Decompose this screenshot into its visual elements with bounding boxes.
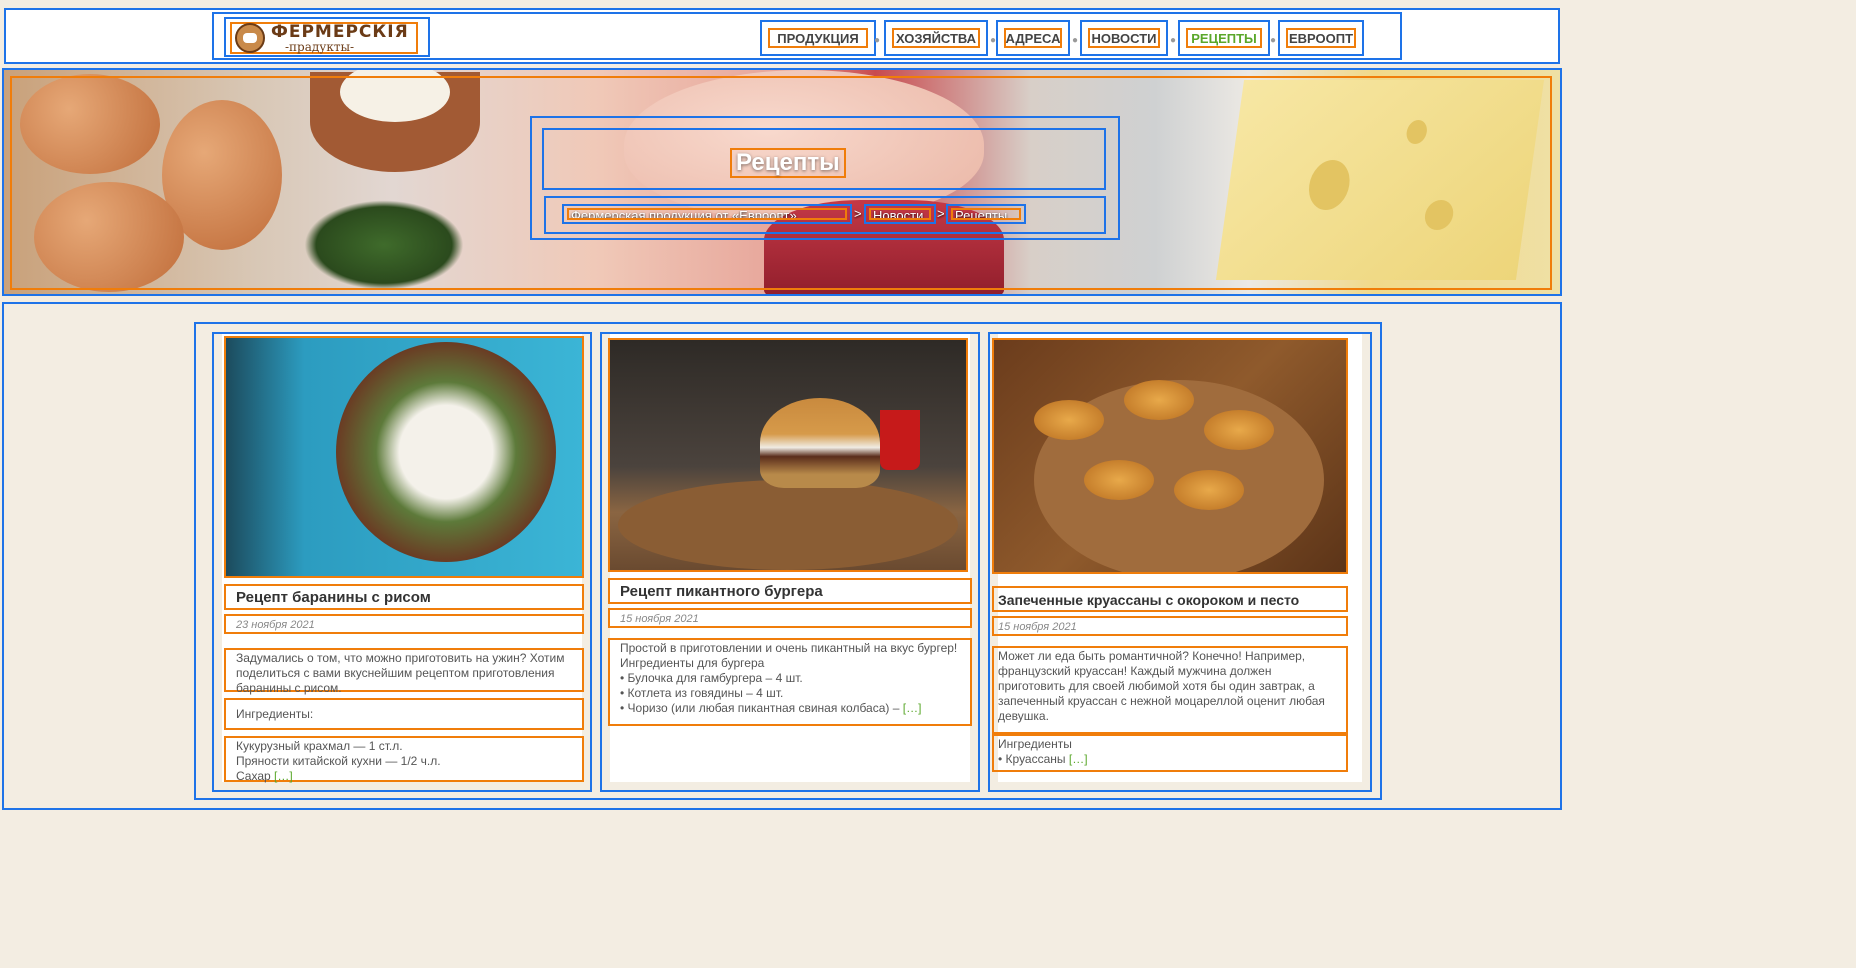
nav-item-products[interactable]: ПРОДУКЦИЯ — [760, 20, 876, 56]
breadcrumb-link[interactable]: Фермерская продукция от «Евроопт» — [567, 208, 847, 220]
ingredients-label: Ингредиенты: — [224, 698, 584, 730]
rice-bowl-image — [336, 342, 556, 562]
recipe-title[interactable]: Запеченные круассаны с окороком и песто — [992, 586, 1348, 612]
recipe-list: Рецепт баранины с рисом 23 ноября 2021 З… — [194, 322, 1382, 800]
croissant-image — [1124, 380, 1194, 420]
recipe-card[interactable]: Рецепт баранины с рисом 23 ноября 2021 З… — [212, 332, 592, 792]
nav-label[interactable]: НОВОСТИ — [1088, 28, 1160, 48]
nav-separator: ● — [874, 35, 881, 46]
ingredient-item: • Котлета из говядины – 4 шт. — [620, 686, 784, 700]
croissant-image — [1084, 460, 1154, 500]
nav-separator: ● — [1270, 35, 1277, 46]
main-content: Рецепт баранины с рисом 23 ноября 2021 З… — [2, 302, 1562, 810]
recipe-card[interactable]: Запеченные круассаны с окороком и песто … — [988, 332, 1372, 792]
ingredients-list: Кукурузный крахмал — 1 ст.л. Пряности ки… — [224, 736, 584, 784]
read-more-link[interactable]: […] — [903, 701, 922, 715]
farmer-mascot-icon — [235, 23, 265, 53]
nav-label[interactable]: РЕЦЕПТЫ — [1186, 28, 1262, 48]
site-logo[interactable]: ФЕРМЕРСКIЯ -прадукты- — [224, 17, 430, 57]
recipe-intro: Простой в приготовлении и очень пикантны… — [608, 638, 972, 726]
nav-item-addresses[interactable]: АДРЕСА — [996, 20, 1070, 56]
cutting-board-image — [618, 480, 958, 570]
read-more-link[interactable]: […] — [274, 769, 293, 783]
recipe-intro: Задумались о том, что можно приготовить … — [224, 648, 584, 695]
breadcrumb-item-home[interactable]: Фермерская продукция от «Евроопт» — [562, 204, 852, 224]
nav-item-evroopt[interactable]: ЕВРООПТ — [1278, 20, 1364, 56]
burger-image — [760, 398, 880, 488]
page-title: Рецепты — [730, 148, 846, 178]
recipe-date: 23 ноября 2021 — [224, 614, 584, 634]
breadcrumb-current: Рецепты — [951, 208, 1021, 220]
croissant-image — [1174, 470, 1244, 510]
recipe-title[interactable]: Рецепт баранины с рисом — [224, 584, 584, 610]
read-more-link[interactable]: […] — [1069, 752, 1088, 766]
ingredient-item: • Круассаны […] — [998, 752, 1342, 767]
nav-label[interactable]: ЕВРООПТ — [1286, 28, 1356, 48]
intro-text: Простой в приготовлении и очень пикантны… — [620, 641, 958, 655]
ingredients-list: Ингредиенты • Круассаны […] — [992, 734, 1348, 772]
recipe-image[interactable] — [608, 338, 968, 572]
logo-subtitle: -прадукты- — [285, 39, 355, 54]
ingredient-item: Кукурузный крахмал — 1 ст.л. — [236, 739, 403, 753]
hero-content: Рецепты Фермерская продукция от «Евроопт… — [530, 116, 1120, 240]
nav-item-recipes[interactable]: РЕЦЕПТЫ — [1178, 20, 1270, 56]
ingredient-text: • Круассаны — [998, 752, 1066, 766]
logo-link[interactable]: ФЕРМЕРСКIЯ -прадукты- — [230, 22, 418, 54]
breadcrumb-item-news[interactable]: Новости — [864, 204, 936, 224]
ingredients-label: Ингредиенты — [998, 737, 1072, 751]
logo-text: ФЕРМЕРСКIЯ -прадукты- — [271, 21, 409, 54]
breadcrumb-separator: > — [937, 206, 945, 221]
ingredient-text: • Чоризо (или любая пикантная свиная кол… — [620, 701, 900, 715]
breadcrumb-separator: > — [854, 206, 862, 221]
recipe-image[interactable] — [992, 338, 1348, 574]
ketchup-image — [880, 410, 920, 470]
ingredient-item: Сахар […] — [236, 769, 572, 784]
ingredients-label: Ингредиенты для бургера — [620, 656, 765, 670]
croissant-image — [1034, 400, 1104, 440]
nav-label[interactable]: ХОЗЯЙСТВА — [892, 28, 980, 48]
recipe-date: 15 ноября 2021 — [992, 616, 1348, 636]
nav-label[interactable]: АДРЕСА — [1004, 28, 1062, 48]
breadcrumb: Фермерская продукция от «Евроопт» > Ново… — [544, 196, 1106, 234]
nav-separator: ● — [1072, 35, 1079, 46]
site-header: ФЕРМЕРСКIЯ -прадукты- ПРОДУКЦИЯ ● ХОЗЯЙС… — [4, 8, 1560, 64]
header-container: ФЕРМЕРСКIЯ -прадукты- ПРОДУКЦИЯ ● ХОЗЯЙС… — [212, 12, 1402, 60]
nav-item-news[interactable]: НОВОСТИ — [1080, 20, 1168, 56]
breadcrumb-link[interactable]: Новости — [869, 208, 931, 220]
nav-label[interactable]: ПРОДУКЦИЯ — [768, 28, 868, 48]
nav-separator: ● — [1170, 35, 1177, 46]
ingredient-item: • Булочка для гамбургера – 4 шт. — [620, 671, 803, 685]
ingredient-item: • Чоризо (или любая пикантная свиная кол… — [620, 701, 960, 716]
ingredient-item: Пряности китайской кухни — 1/2 ч.л. — [236, 754, 441, 768]
recipe-card[interactable]: Рецепт пикантного бургера 15 ноября 2021… — [600, 332, 980, 792]
recipe-date: 15 ноября 2021 — [608, 608, 972, 628]
recipe-image[interactable] — [224, 336, 584, 578]
croissant-image — [1204, 410, 1274, 450]
hero-banner: Рецепты Фермерская продукция от «Евроопт… — [2, 68, 1562, 296]
recipe-intro: Может ли еда быть романтичной? Конечно! … — [992, 646, 1348, 734]
nav-item-farms[interactable]: ХОЗЯЙСТВА — [884, 20, 988, 56]
ingredient-text: Сахар — [236, 769, 271, 783]
breadcrumb-item-recipes: Рецепты — [946, 204, 1026, 224]
hero-title-wrapper: Рецепты — [542, 128, 1106, 190]
logo-title: ФЕРМЕРСКIЯ — [271, 21, 409, 42]
recipe-title[interactable]: Рецепт пикантного бургера — [608, 578, 972, 604]
